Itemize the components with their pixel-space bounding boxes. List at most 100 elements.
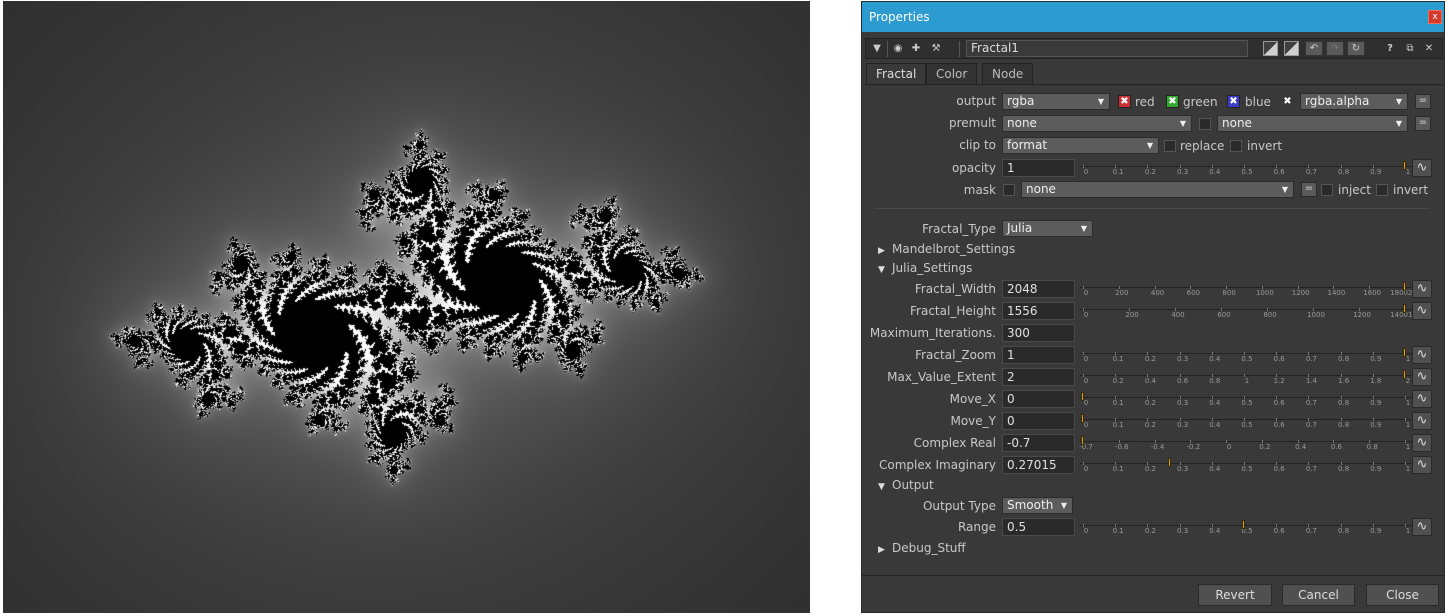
close-panel-icon[interactable]: ✕ bbox=[1422, 42, 1436, 56]
slider-tick-label: 1 bbox=[1244, 377, 1250, 385]
range-curve-icon[interactable]: ∿ bbox=[1412, 518, 1432, 536]
move-x-slider[interactable]: 0 0.1 0.2 0.3 0.4 0.5 0.6 0.7 0.8 0.9 1 bbox=[1080, 390, 1412, 408]
slider-tick-label: 0 bbox=[1226, 443, 1232, 451]
fractal-height-curve-icon[interactable]: ∿ bbox=[1412, 302, 1432, 320]
premult-dropdown-2[interactable]: none ▼ bbox=[1217, 115, 1408, 132]
fractal-zoom-curve-icon[interactable]: ∿ bbox=[1412, 346, 1432, 364]
output-type-dropdown[interactable]: Smooth ▼ bbox=[1002, 497, 1073, 514]
move-y-input[interactable]: 0 bbox=[1002, 412, 1075, 430]
clip-invert-checkbox[interactable] bbox=[1230, 140, 1242, 152]
wrench-icon[interactable]: ⚒ bbox=[929, 42, 943, 56]
fractal-width-slider[interactable]: 0 200 400 600 800 1000 1200 1400 1600 18002048 bbox=[1080, 280, 1426, 298]
complex-imaginary-slider[interactable]: 0 0.1 0.2 0.3 0.4 0.5 0.6 0.7 0.8 0.9 1 bbox=[1080, 456, 1412, 474]
range-label: Range bbox=[957, 520, 996, 534]
slider-handle[interactable] bbox=[1403, 304, 1406, 313]
slider-handle[interactable] bbox=[1403, 348, 1406, 357]
clip-invert-label: invert bbox=[1247, 139, 1283, 153]
float-panel-icon[interactable]: ⧉ bbox=[1403, 42, 1417, 56]
close-icon[interactable]: x bbox=[1428, 10, 1442, 24]
fractal-zoom-input[interactable]: 1 bbox=[1002, 346, 1075, 364]
input-color-swatch[interactable] bbox=[1263, 41, 1278, 56]
gl-color-swatch[interactable] bbox=[1284, 41, 1299, 56]
mask-link-button[interactable]: = bbox=[1301, 182, 1317, 197]
fractal-type-label: Fractal_Type bbox=[922, 222, 996, 236]
fractal-type-dropdown[interactable]: Julia ▼ bbox=[1002, 220, 1093, 237]
complex-imaginary-curve-icon[interactable]: ∿ bbox=[1412, 456, 1432, 474]
mandelbrot-settings-group[interactable]: ▶ Mandelbrot_Settings bbox=[878, 241, 1015, 259]
julia-settings-group[interactable]: ▼ Julia_Settings bbox=[878, 260, 972, 278]
tab-node[interactable]: Node bbox=[982, 63, 1034, 84]
center-node-icon[interactable]: ✚ bbox=[909, 42, 923, 56]
move-x-input[interactable]: 0 bbox=[1002, 390, 1075, 408]
help-icon[interactable]: ? bbox=[1383, 42, 1397, 56]
range-slider[interactable]: 0 0.1 0.2 0.3 0.4 0.5 0.6 0.7 0.8 0.9 1 bbox=[1080, 518, 1412, 536]
panel-title: Properties bbox=[869, 10, 930, 24]
inject-checkbox[interactable] bbox=[1321, 184, 1333, 196]
replace-checkbox[interactable] bbox=[1164, 140, 1176, 152]
fractal-zoom-slider[interactable]: 0 0.1 0.2 0.3 0.4 0.5 0.6 0.7 0.8 0.9 1 bbox=[1080, 346, 1412, 364]
node-name-input[interactable]: Fractal1 bbox=[966, 40, 1248, 57]
maximum-iterations-input[interactable]: 300 bbox=[1002, 324, 1075, 342]
premult-checkbox[interactable] bbox=[1199, 118, 1211, 130]
slider-handle[interactable] bbox=[1081, 392, 1084, 401]
complex-imaginary-input[interactable]: 0.27015 bbox=[1002, 456, 1075, 474]
slider-tick-label: 1400 bbox=[1327, 289, 1346, 297]
output-group[interactable]: ▼ Output bbox=[878, 477, 934, 495]
mask-invert-checkbox[interactable] bbox=[1376, 184, 1388, 196]
complex-real-input[interactable]: -0.7 bbox=[1002, 434, 1075, 452]
premult-dropdown[interactable]: none ▼ bbox=[1002, 115, 1192, 132]
mask-dropdown[interactable]: none ▼ bbox=[1021, 181, 1294, 198]
complex-real-curve-icon[interactable]: ∿ bbox=[1412, 434, 1432, 452]
slider-handle[interactable] bbox=[1242, 520, 1245, 529]
cancel-button[interactable]: Cancel bbox=[1282, 584, 1355, 606]
collapse-triangle-icon[interactable]: ▼ bbox=[870, 42, 884, 56]
output-dropdown[interactable]: rgba ▼ bbox=[1002, 93, 1110, 110]
blue-checkbox[interactable]: ✖ bbox=[1227, 95, 1240, 108]
fractal-width-input[interactable]: 2048 bbox=[1002, 280, 1075, 298]
close-button[interactable]: Close bbox=[1366, 584, 1439, 606]
slider-handle[interactable] bbox=[1167, 458, 1171, 467]
fractal-type-value: Julia bbox=[1007, 221, 1033, 235]
fractal-height-slider[interactable]: 0 200 400 600 800 1000 1200 14001556 bbox=[1080, 302, 1426, 320]
opacity-curve-icon[interactable]: ∿ bbox=[1412, 159, 1432, 177]
redo-icon[interactable]: ↷ bbox=[1326, 41, 1344, 56]
clip-to-dropdown[interactable]: format ▼ bbox=[1002, 137, 1159, 154]
revert-icon[interactable]: ↻ bbox=[1347, 41, 1365, 56]
max-value-extent-curve-icon[interactable]: ∿ bbox=[1412, 368, 1432, 386]
green-checkbox[interactable]: ✖ bbox=[1166, 95, 1179, 108]
fractal-height-input[interactable]: 1556 bbox=[1002, 302, 1075, 320]
undo-icon[interactable]: ↶ bbox=[1305, 41, 1323, 56]
slider-handle[interactable] bbox=[1081, 436, 1084, 445]
tab-color[interactable]: Color bbox=[926, 63, 978, 84]
slider-tick-label: 1.6 bbox=[1338, 377, 1350, 385]
tab-fractal[interactable]: Fractal bbox=[866, 63, 927, 85]
complex-real-slider[interactable]: -0.7 -0.6 -0.4 -0.2 0 0.2 0.4 0.6 0.8 1 bbox=[1079, 434, 1412, 452]
slider-handle[interactable] bbox=[1403, 370, 1406, 379]
premult-link-button[interactable]: = bbox=[1415, 116, 1431, 131]
slider-handle[interactable] bbox=[1081, 414, 1084, 423]
move-y-curve-icon[interactable]: ∿ bbox=[1412, 412, 1432, 430]
revert-button[interactable]: Revert bbox=[1198, 584, 1272, 606]
collapse-triangle-icon: ▼ bbox=[878, 265, 885, 275]
opacity-slider[interactable]: 0 0.1 0.2 0.3 0.4 0.5 0.6 0.7 0.8 0.9 1 bbox=[1080, 159, 1412, 177]
view-node-icon[interactable]: ◉ bbox=[891, 42, 905, 56]
slider-tick-label: 0 bbox=[1083, 465, 1089, 473]
fractal-width-curve-icon[interactable]: ∿ bbox=[1412, 280, 1432, 298]
panel-titlebar: Properties x bbox=[862, 2, 1444, 32]
alpha-value: rgba.alpha bbox=[1305, 94, 1370, 108]
max-value-extent-input[interactable]: 2 bbox=[1002, 368, 1075, 386]
max-value-extent-slider[interactable]: 0 0.2 0.4 0.6 0.8 1 1.2 1.4 1.6 1.8 2 bbox=[1080, 368, 1412, 386]
slider-handle[interactable] bbox=[1403, 161, 1406, 170]
fractal-viewer[interactable] bbox=[3, 1, 810, 613]
move-y-slider[interactable]: 0 0.1 0.2 0.3 0.4 0.5 0.6 0.7 0.8 0.9 1 bbox=[1080, 412, 1412, 430]
opacity-input[interactable]: 1 bbox=[1002, 159, 1075, 177]
red-checkbox[interactable]: ✖ bbox=[1118, 95, 1131, 108]
slider-handle[interactable] bbox=[1403, 282, 1406, 291]
range-input[interactable]: 0.5 bbox=[1002, 518, 1075, 536]
move-x-curve-icon[interactable]: ∿ bbox=[1412, 390, 1432, 408]
alpha-checkbox[interactable]: ✖ bbox=[1281, 95, 1294, 108]
output-link-button[interactable]: = bbox=[1415, 94, 1431, 109]
alpha-dropdown[interactable]: rgba.alpha ▼ bbox=[1300, 93, 1408, 110]
debug-stuff-group[interactable]: ▶ Debug_Stuff bbox=[878, 540, 966, 558]
mask-checkbox[interactable] bbox=[1003, 184, 1015, 196]
